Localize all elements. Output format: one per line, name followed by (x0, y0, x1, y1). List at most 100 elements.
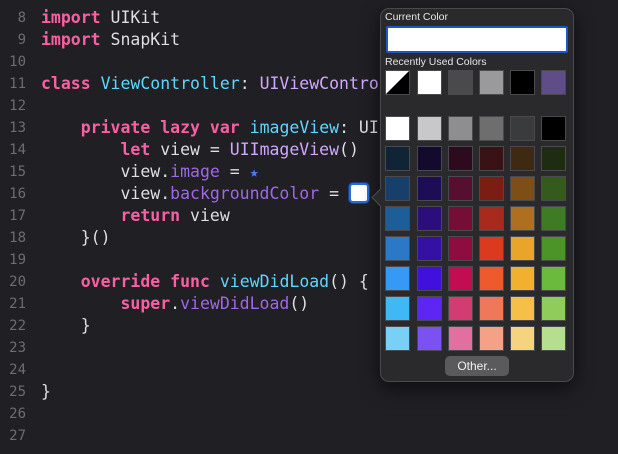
palette-color-swatch[interactable] (510, 236, 535, 261)
code-token: var (209, 118, 240, 137)
code-token: : (239, 74, 260, 93)
palette-color-swatch[interactable] (385, 116, 410, 141)
palette-color-swatch[interactable] (510, 326, 535, 351)
palette-color-swatch[interactable] (541, 326, 566, 351)
palette-color-swatch[interactable] (385, 206, 410, 231)
line-number: 19 (9, 252, 26, 268)
palette-color-swatch[interactable] (417, 266, 442, 291)
palette-color-swatch[interactable] (417, 146, 442, 171)
palette-color-swatch[interactable] (448, 206, 473, 231)
code-text: class ViewController: UIViewControlle (41, 73, 409, 95)
code-token: import (41, 30, 101, 49)
current-color-label: Current Color (385, 11, 449, 23)
palette-color-swatch[interactable] (479, 206, 504, 231)
palette-color-swatch[interactable] (479, 326, 504, 351)
palette-color-swatch[interactable] (479, 266, 504, 291)
palette-color-swatch[interactable] (417, 116, 442, 141)
recent-color-swatch[interactable] (510, 70, 535, 95)
palette-color-swatch[interactable] (417, 176, 442, 201)
line-number: 8 (17, 10, 26, 26)
code-token: lazy (160, 118, 200, 137)
line-number: 14 (9, 142, 26, 158)
palette-color-swatch[interactable] (417, 206, 442, 231)
code-token: view. (41, 162, 171, 181)
palette-color-swatch[interactable] (479, 176, 504, 201)
code-token: = (219, 162, 250, 181)
code-token: view = (150, 140, 230, 159)
palette-color-swatch[interactable] (385, 266, 410, 291)
palette-color-swatch[interactable] (541, 116, 566, 141)
line-number: 18 (9, 230, 26, 246)
code-text: let view = UIImageView() (41, 139, 359, 161)
recent-color-swatch[interactable] (385, 70, 410, 95)
palette-color-swatch[interactable] (448, 176, 473, 201)
line-number: 26 (9, 406, 26, 422)
palette-color-swatch[interactable] (510, 116, 535, 141)
line-number: 24 (9, 362, 26, 378)
code-token: () (289, 294, 310, 313)
palette-color-swatch[interactable] (510, 296, 535, 321)
code-token: = (319, 184, 349, 203)
palette-color-swatch[interactable] (541, 236, 566, 261)
palette-color-swatch[interactable] (541, 176, 566, 201)
code-token: super (41, 294, 171, 313)
palette-color-swatch[interactable] (417, 296, 442, 321)
code-token: let (41, 140, 151, 159)
line-number: 15 (9, 164, 26, 180)
palette-color-swatch[interactable] (448, 266, 473, 291)
palette-color-swatch[interactable] (541, 296, 566, 321)
palette-color-swatch[interactable] (385, 176, 410, 201)
image-literal-icon[interactable]: ★ (250, 163, 259, 181)
code-token: UIImageView (229, 140, 340, 159)
palette-color-swatch[interactable] (385, 236, 410, 261)
line-number: 22 (9, 318, 26, 334)
line-number: 25 (9, 384, 26, 400)
palette-color-swatch[interactable] (479, 236, 504, 261)
palette-color-swatch[interactable] (417, 326, 442, 351)
line-number: 10 (9, 54, 26, 70)
code-token: () (339, 140, 359, 159)
palette-color-swatch[interactable] (510, 176, 535, 201)
palette-color-swatch[interactable] (479, 116, 504, 141)
palette-color-swatch[interactable] (448, 236, 473, 261)
palette-color-swatch[interactable] (541, 146, 566, 171)
recent-color-swatch[interactable] (479, 70, 504, 95)
palette-color-swatch[interactable] (385, 146, 410, 171)
palette-color-swatch[interactable] (479, 296, 504, 321)
code-text: view.backgroundColor = (41, 183, 369, 205)
palette-color-swatch[interactable] (510, 146, 535, 171)
recent-color-swatch[interactable] (417, 70, 442, 95)
code-text: view.image = ★ (41, 161, 259, 183)
palette-color-swatch[interactable] (448, 116, 473, 141)
palette-color-swatch[interactable] (448, 326, 473, 351)
current-color-well[interactable] (386, 26, 568, 53)
other-colors-button[interactable]: Other... (445, 356, 509, 376)
palette-color-swatch[interactable] (448, 146, 473, 171)
palette-color-swatch[interactable] (541, 266, 566, 291)
palette-color-swatch[interactable] (417, 236, 442, 261)
code-text: import UIKit (41, 7, 160, 29)
palette-color-swatch[interactable] (479, 146, 504, 171)
code-text: override func viewDidLoad() { (41, 271, 369, 293)
palette-color-swatch[interactable] (385, 296, 410, 321)
code-token: func (170, 272, 210, 291)
color-literal-well[interactable] (348, 183, 369, 203)
palette-color-swatch[interactable] (541, 206, 566, 231)
recent-colors-label: Recently Used Colors (385, 56, 487, 68)
line-number: 16 (9, 186, 26, 202)
code-token: image (170, 162, 220, 181)
code-token: view (180, 206, 230, 225)
code-token: viewDidLoad (219, 272, 330, 291)
recent-color-swatch[interactable] (448, 70, 473, 95)
code-token: UIKit (100, 8, 161, 27)
palette-color-swatch[interactable] (385, 326, 410, 351)
palette-color-swatch[interactable] (510, 266, 535, 291)
code-token: return (41, 206, 181, 225)
palette-color-swatch[interactable] (510, 206, 535, 231)
code-token: ViewController (100, 74, 240, 93)
recent-color-swatch[interactable] (541, 70, 566, 95)
palette-color-swatch[interactable] (448, 296, 473, 321)
